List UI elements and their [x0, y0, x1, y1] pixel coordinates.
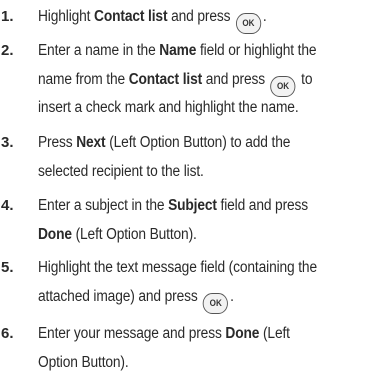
text: Option Button).: [38, 353, 129, 371]
step-line: Enter a name in the Name field or highli…: [38, 37, 349, 66]
step-line: Press Next (Left Option Button) to add t…: [38, 129, 349, 158]
bold-term-done: Done: [225, 325, 260, 342]
step-text: Enter a subject in the Subject field and…: [38, 192, 349, 249]
step-number: 2.: [1, 42, 14, 59]
text: field and press: [216, 197, 309, 214]
text: Highlight the text message field (contai…: [38, 259, 317, 276]
text: (Left Option Button).: [71, 225, 197, 243]
text: selected recipient to the list.: [38, 162, 204, 180]
step-line: name from the Contact list and press OK …: [38, 66, 349, 97]
text: attached image) and press: [38, 287, 202, 305]
step-line: Enter a subject in the Subject field and…: [38, 192, 349, 221]
step-text: Enter your message and press Done (Left …: [38, 320, 349, 377]
step-line: Option Button).: [38, 349, 349, 378]
text: Enter a subject in the: [38, 197, 169, 214]
bold-term-done: Done: [38, 225, 72, 243]
bold-term-name: Name: [159, 42, 197, 59]
step-line: selected recipient to the list.: [38, 158, 349, 187]
ok-button-label: OK: [242, 18, 255, 28]
text: Press: [38, 134, 77, 151]
ok-button-icon: OK: [235, 13, 262, 34]
text: to: [297, 70, 313, 88]
step-text: Enter a name in the Name field or highli…: [38, 37, 349, 123]
text: (Left: [259, 325, 290, 342]
step-number: 5.: [1, 259, 14, 276]
step-text: Press Next (Left Option Button) to add t…: [38, 129, 349, 186]
text: .: [262, 8, 267, 25]
step-line: Highlight Contact list and press OK.: [38, 3, 349, 34]
text: and press: [202, 70, 269, 88]
ok-button-icon: OK: [270, 75, 296, 97]
ok-button-label: OK: [277, 80, 290, 91]
step-line: Enter your message and press Done (Left: [38, 320, 349, 349]
step-number: 6.: [1, 325, 14, 342]
ok-button-icon: OK: [203, 292, 229, 314]
text: and press: [167, 8, 235, 25]
step-number: 4.: [1, 197, 14, 214]
step-line: insert a check mark and highlight the na…: [38, 94, 349, 123]
text: Enter a name in the: [38, 42, 160, 59]
text: name from the: [38, 70, 129, 88]
text: field or highlight the: [196, 42, 317, 59]
ok-button-label: OK: [209, 297, 222, 308]
step-number: 3.: [1, 134, 14, 151]
instruction-steps: 1. Highlight Contact list and press OK. …: [0, 0, 384, 389]
step-number: 1.: [1, 8, 14, 25]
step-text: Highlight the text message field (contai…: [38, 254, 349, 314]
bold-term-subject: Subject: [168, 197, 217, 214]
step-text: Highlight Contact list and press OK.: [38, 3, 349, 34]
step-line: Highlight the text message field (contai…: [38, 254, 349, 283]
step-line: attached image) and press OK.: [38, 283, 349, 314]
text: insert a check mark and highlight the na…: [38, 99, 299, 116]
text: (Left Option Button) to add the: [105, 134, 291, 151]
bold-term-contact-list: Contact list: [128, 70, 203, 88]
text: Enter your message and press: [38, 325, 226, 342]
text: .: [230, 287, 234, 305]
step-line: Done (Left Option Button).: [38, 221, 349, 250]
text: Highlight: [38, 8, 95, 25]
bold-term-contact-list: Contact list: [94, 8, 168, 25]
bold-term-next: Next: [76, 134, 106, 151]
